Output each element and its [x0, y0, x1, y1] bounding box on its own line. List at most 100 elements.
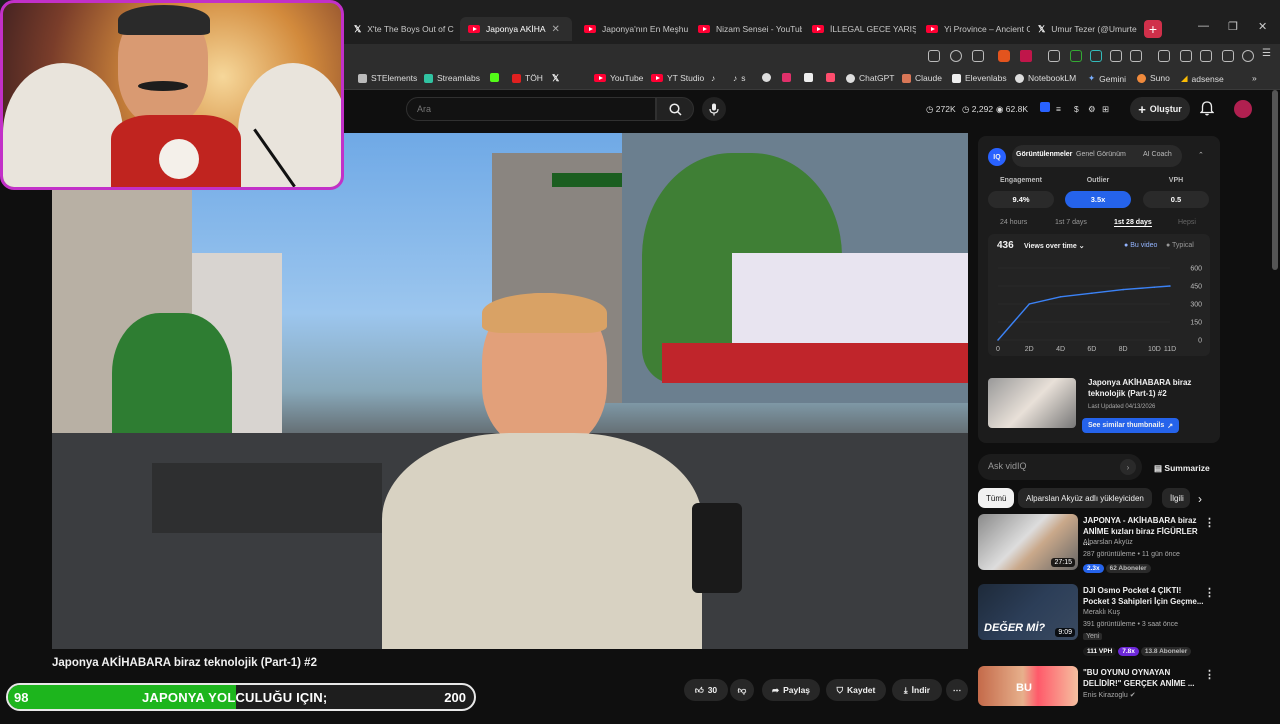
- bookmark-streamlabs[interactable]: Streamlabs: [424, 73, 480, 83]
- tab-0[interactable]: 𝕏 X'te The Boys Out of C: [346, 17, 458, 41]
- tab-2[interactable]: Japonya'nın En Meşhur: [576, 17, 688, 41]
- recommendation-item[interactable]: 27:15 JAPONYA - AKİHABARA biraz ANİME kı…: [978, 514, 1220, 573]
- more-vert-icon[interactable]: ⋮: [1204, 516, 1215, 529]
- bookmark-yt-studio[interactable]: YT Studio: [651, 73, 704, 83]
- ask-vidiq-input[interactable]: Ask vidIQ ›: [978, 454, 1142, 480]
- bookmarks-overflow-icon[interactable]: »: [1252, 73, 1257, 83]
- recommendation-item[interactable]: BU "BU OYUNU OYNAYAN DELİDİR!" GERÇEK AN…: [978, 666, 1220, 724]
- extension-icon[interactable]: [1070, 50, 1082, 62]
- extension-icon[interactable]: [1048, 50, 1060, 62]
- bookmark-notebooklm[interactable]: NotebookLM: [1015, 73, 1076, 83]
- bookmark-ext[interactable]: [804, 73, 813, 82]
- tab-5[interactable]: Yi Province – Ancient C: [918, 17, 1030, 41]
- bookmark-toh[interactable]: TÖH: [512, 73, 543, 83]
- more-vert-icon[interactable]: ⋮: [1204, 586, 1215, 599]
- chip-from-uploader[interactable]: Alparslan Akyüz adlı yükleyiciden: [1018, 488, 1152, 508]
- tab-3[interactable]: Nizam Sensei - YouTub: [690, 17, 802, 41]
- bookmark-ext[interactable]: [782, 73, 791, 82]
- wallet-icon[interactable]: [1200, 50, 1212, 62]
- thumbs-up-icon: 👍︎: [694, 684, 704, 695]
- menu-icon[interactable]: ☰: [1262, 48, 1274, 60]
- more-vert-icon[interactable]: ⋮: [1204, 668, 1215, 681]
- extension-icon[interactable]: [1090, 50, 1102, 62]
- bookmark-gemini[interactable]: ✦ Gemini: [1088, 73, 1126, 84]
- data-point: [1028, 303, 1031, 305]
- close-window-icon[interactable]: ✕: [1258, 20, 1267, 33]
- video-player[interactable]: [52, 133, 968, 649]
- tab-4[interactable]: İLLEGAL GECE YARIŞIN: [804, 17, 916, 41]
- extension-icon[interactable]: [1130, 50, 1142, 62]
- close-icon[interactable]: ✕: [552, 24, 560, 35]
- chevron-right-icon[interactable]: ›: [1198, 492, 1202, 506]
- sidebar-icon[interactable]: [1180, 50, 1192, 62]
- zoom-icon[interactable]: [950, 50, 962, 62]
- share-icon[interactable]: [972, 50, 984, 62]
- verified-icon: ✔: [1129, 692, 1136, 699]
- bookmark-ext[interactable]: [762, 73, 771, 82]
- maximize-icon[interactable]: ❐: [1228, 20, 1238, 33]
- puzzle-icon[interactable]: [1110, 50, 1122, 62]
- bookmark-chatgpt[interactable]: ChatGPT: [846, 73, 894, 83]
- new-tab-button[interactable]: +: [1144, 20, 1162, 38]
- recommendation-item[interactable]: DEĞER Mİ? 9:09 DJI Osmo Pocket 4 ÇIKTI! …: [978, 584, 1220, 656]
- brave-shield-icon[interactable]: [998, 50, 1010, 62]
- dollar-icon[interactable]: $: [1074, 104, 1079, 114]
- send-icon[interactable]: ›: [1120, 459, 1136, 475]
- search-input[interactable]: [407, 98, 655, 120]
- bookmark-kick[interactable]: [490, 73, 499, 82]
- chip-all[interactable]: Tümü: [978, 488, 1015, 508]
- bookmark-elevenlabs[interactable]: Elevenlabs: [952, 73, 1007, 83]
- more-actions-button[interactable]: ⋯: [946, 679, 968, 701]
- bookmark-stelements[interactable]: STElements: [358, 73, 417, 83]
- search-box[interactable]: [406, 97, 656, 121]
- similar-thumbnail[interactable]: [988, 378, 1076, 428]
- tab-ai-coach[interactable]: AI Coach: [1143, 151, 1172, 158]
- grid-icon[interactable]: ⊞: [1102, 104, 1109, 115]
- bookmark-claude[interactable]: Claude: [902, 73, 942, 83]
- rewards-icon[interactable]: [1020, 50, 1032, 62]
- settings-icon[interactable]: ⚙: [1088, 104, 1096, 115]
- chip-related[interactable]: İlgili: [1162, 488, 1190, 508]
- views-mode-dropdown[interactable]: Views over time ⌄: [1024, 242, 1085, 250]
- voice-search-button[interactable]: [702, 97, 726, 121]
- music-icon[interactable]: [1158, 50, 1170, 62]
- bookmark-youtube[interactable]: YouTube: [594, 73, 643, 83]
- bookmark-suno[interactable]: Suno: [1137, 73, 1170, 83]
- range-all[interactable]: Hepsi: [1178, 219, 1196, 226]
- tab-1-active[interactable]: Japonya AKİHA ✕: [460, 17, 572, 41]
- bookmark-adsense[interactable]: ◢ adsense: [1181, 73, 1224, 84]
- vpn-icon[interactable]: [1242, 50, 1254, 62]
- download-button[interactable]: ⤓ İndir: [892, 679, 942, 701]
- vidiq-icon[interactable]: [1040, 102, 1050, 112]
- open-external-icon[interactable]: [928, 50, 940, 62]
- legend-this-video: ● Bu video: [1124, 242, 1158, 249]
- page-scrollbar[interactable]: [1272, 90, 1278, 270]
- range-28d[interactable]: 1st 28 days: [1114, 219, 1152, 227]
- search-button[interactable]: [656, 97, 694, 121]
- data-point: [1091, 292, 1093, 294]
- range-7d[interactable]: 1st 7 days: [1055, 219, 1087, 226]
- tab-overview[interactable]: Genel Görünüm: [1076, 151, 1126, 158]
- collapse-icon[interactable]: ⌃: [1198, 151, 1204, 159]
- notifications-button[interactable]: [1199, 101, 1215, 121]
- dislike-button[interactable]: 👎︎: [730, 679, 754, 701]
- range-24h[interactable]: 24 hours: [1000, 219, 1027, 226]
- plus-icon: +: [1138, 101, 1146, 117]
- create-button[interactable]: + Oluştur: [1130, 97, 1190, 121]
- avatar[interactable]: [1234, 100, 1252, 118]
- duration-badge: 27:15: [1051, 558, 1075, 567]
- bookmark-x[interactable]: 𝕏: [552, 73, 559, 84]
- bookmark-tiktok-s[interactable]: ♪ s: [733, 73, 746, 83]
- share-button[interactable]: ➦ Paylaş: [762, 679, 820, 701]
- bookmark-ext[interactable]: [826, 73, 835, 82]
- bookmark-tiktok[interactable]: ♪: [711, 73, 715, 83]
- downloads-icon[interactable]: [1222, 50, 1234, 62]
- see-similar-thumbnails-button[interactable]: See similar thumbnails ↗: [1082, 418, 1180, 433]
- tab-views[interactable]: Görüntülenmeler: [1016, 151, 1072, 158]
- tab-6[interactable]: 𝕏 Umur Tezer (@Umurte: [1030, 17, 1142, 41]
- list-icon[interactable]: ≡: [1056, 104, 1061, 114]
- summarize-button[interactable]: ▤ Summarize: [1154, 463, 1210, 474]
- save-button[interactable]: ⛉ Kaydet: [826, 679, 886, 701]
- minimize-icon[interactable]: —: [1198, 20, 1209, 32]
- like-button[interactable]: 👍︎ 30: [684, 679, 728, 701]
